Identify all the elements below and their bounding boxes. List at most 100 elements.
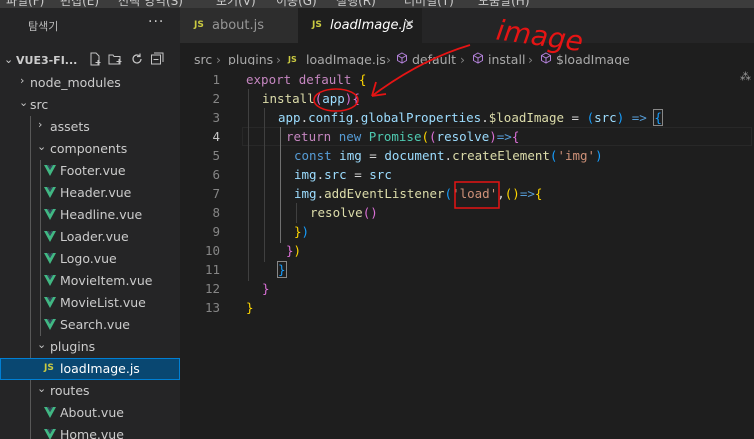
js-file-icon: JS <box>194 20 204 30</box>
line-number: 11 <box>204 262 220 277</box>
tab-label: loadImage.js <box>330 18 414 33</box>
explorer-toolbar <box>88 52 178 70</box>
line-number: 10 <box>204 243 220 258</box>
tree-folder-assets[interactable]: › assets <box>0 116 180 138</box>
vue-file-icon <box>44 209 56 220</box>
menu-file[interactable]: 파일(F) <box>6 0 44 8</box>
vue-file-icon <box>44 275 56 286</box>
tree-file-search-vue[interactable]: Search.vue <box>0 314 180 336</box>
chevron-down-icon: ⌄ <box>37 338 47 351</box>
line-number: 5 <box>212 148 220 163</box>
new-folder-icon[interactable] <box>108 52 123 70</box>
code-editor[interactable]: 1 2 3 4 5 6 7 8 9 10 11 12 13 export def… <box>180 65 754 439</box>
tree-label: Headline.vue <box>60 207 143 222</box>
code-line: } <box>246 300 254 315</box>
vue-file-icon <box>44 429 56 439</box>
code-line: img.addEventListener('load',()=>{ <box>294 186 543 201</box>
code-line: } <box>262 281 270 296</box>
tree-label: Search.vue <box>60 317 130 332</box>
tree-file-logo-vue[interactable]: Logo.vue <box>0 248 180 270</box>
tree-folder-components[interactable]: ⌄ components <box>0 138 180 160</box>
tree-label: About.vue <box>60 405 124 420</box>
code-line: } <box>277 261 287 278</box>
line-number: 8 <box>212 205 220 220</box>
close-icon[interactable]: × <box>404 17 415 32</box>
code-line: }) <box>294 224 310 239</box>
tree-label: src <box>30 97 49 112</box>
tree-label: loadImage.js <box>60 361 140 376</box>
tree-file-header-vue[interactable]: Header.vue <box>0 182 180 204</box>
code-line: app.config.globalProperties.$loadImage =… <box>278 109 663 126</box>
tree-label: MovieList.vue <box>60 295 146 310</box>
tree-folder-node-modules[interactable]: › node_modules <box>0 72 180 94</box>
explorer-title: 탐색기 <box>28 20 59 33</box>
tree-label: Home.vue <box>60 427 124 439</box>
indent-guide <box>248 89 249 281</box>
project-header[interactable]: ⌄ VUE3-FI... <box>0 50 180 72</box>
tree-folder-routes[interactable]: ⌄ routes <box>0 380 180 402</box>
menu-edit[interactable]: 편집(E) <box>60 0 99 8</box>
tree-label: assets <box>50 119 90 134</box>
tree-file-home-vue[interactable]: Home.vue <box>0 424 180 439</box>
js-file-icon: JS <box>312 20 322 30</box>
chevron-down-icon: ⌄ <box>19 96 29 109</box>
menu-selection[interactable]: 선택 영역(S) <box>118 0 183 8</box>
tree-label: components <box>50 141 128 156</box>
js-file-icon: JS <box>44 363 54 373</box>
tab-label: about.js <box>212 18 265 33</box>
vue-file-icon <box>44 231 56 242</box>
minimap-icon: ⁂ <box>740 70 751 83</box>
tab-loadimage-js[interactable]: JS loadImage.js × <box>298 8 422 43</box>
refresh-icon[interactable] <box>130 52 144 70</box>
project-name: VUE3-FI... <box>16 54 78 67</box>
menu-terminal[interactable]: 터미널(T) <box>404 0 454 8</box>
line-number: 12 <box>204 281 220 296</box>
menu-bar: 파일(F) 편집(E) 선택 영역(S) 보기(V) 이동(G) 실행(R) 터… <box>0 0 754 8</box>
indent-guide <box>280 127 281 243</box>
tab-about-js[interactable]: JS about.js <box>180 8 298 43</box>
code-line: const img = document.createElement('img'… <box>294 148 603 163</box>
tree-label: Loader.vue <box>60 229 129 244</box>
code-line: install(app){ <box>262 91 360 106</box>
vue-file-icon <box>44 165 56 176</box>
tree-label: node_modules <box>30 75 121 90</box>
menu-help[interactable]: 도움말(H) <box>478 0 530 8</box>
tree-label: Logo.vue <box>60 251 117 266</box>
chevron-right-icon: › <box>38 118 43 131</box>
tree-file-loader-vue[interactable]: Loader.vue <box>0 226 180 248</box>
chevron-right-icon: › <box>20 74 25 87</box>
tree-file-movieitem-vue[interactable]: MovieItem.vue <box>0 270 180 292</box>
indent-guide <box>264 108 265 262</box>
code-line: }) <box>286 243 302 258</box>
line-number: 1 <box>212 72 220 87</box>
tree-folder-plugins[interactable]: ⌄ plugins <box>0 336 180 358</box>
tree-label: Header.vue <box>60 185 132 200</box>
tree-file-loadimage-js[interactable]: JS loadImage.js <box>0 358 180 380</box>
line-number: 13 <box>204 300 220 315</box>
editor-tab-bar: JS about.js JS loadImage.js × <box>180 8 754 43</box>
more-actions-icon[interactable]: ··· <box>148 14 164 30</box>
menu-go[interactable]: 이동(G) <box>276 0 317 8</box>
vue-file-icon <box>44 253 56 264</box>
tree-label: MovieItem.vue <box>60 273 153 288</box>
tree-file-movielist-vue[interactable]: MovieList.vue <box>0 292 180 314</box>
js-file-icon: JS <box>288 55 297 64</box>
tree-label: routes <box>50 383 90 398</box>
chevron-down-icon: ⌄ <box>37 140 47 153</box>
collapse-all-icon[interactable] <box>150 52 164 70</box>
line-number: 4 <box>212 129 220 144</box>
tree-file-footer-vue[interactable]: Footer.vue <box>0 160 180 182</box>
menu-view[interactable]: 보기(V) <box>216 0 256 8</box>
line-number: 9 <box>212 224 220 239</box>
new-file-icon[interactable] <box>88 52 102 70</box>
line-number: 6 <box>212 167 220 182</box>
tree-label: plugins <box>50 339 96 354</box>
code-line: resolve() <box>310 205 378 220</box>
menu-run[interactable]: 실행(R) <box>336 0 376 8</box>
line-number: 2 <box>212 91 220 106</box>
tree-file-headline-vue[interactable]: Headline.vue <box>0 204 180 226</box>
tree-file-about-vue[interactable]: About.vue <box>0 402 180 424</box>
indent-guide <box>296 203 297 223</box>
tree-folder-src[interactable]: ⌄ src <box>0 94 180 116</box>
breadcrumb: src › plugins › JS loadImage.js › defaul… <box>180 43 754 67</box>
